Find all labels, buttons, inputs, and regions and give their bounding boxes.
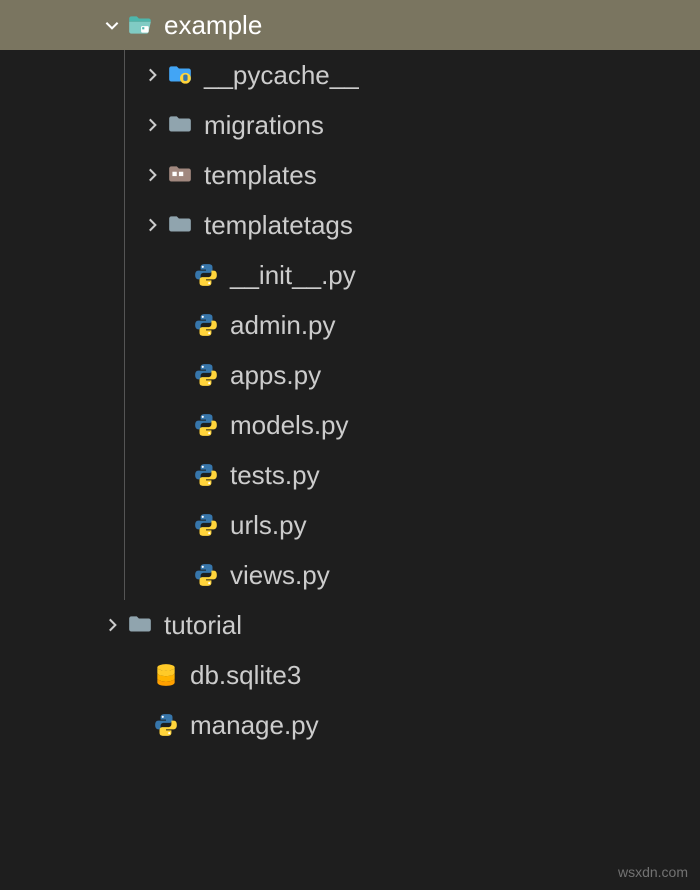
- file-label: apps.py: [230, 360, 321, 391]
- folder-icon: [166, 111, 194, 139]
- chevron-right-icon: [140, 63, 164, 87]
- python-icon: [192, 461, 220, 489]
- folder-pycache-icon: [166, 61, 194, 89]
- python-icon: [192, 311, 220, 339]
- python-icon: [192, 511, 220, 539]
- chevron-right-icon: [140, 113, 164, 137]
- folder-label: tutorial: [164, 610, 242, 641]
- python-icon: [192, 361, 220, 389]
- folder-label: migrations: [204, 110, 324, 141]
- folder-label: example: [164, 10, 262, 41]
- chevron-down-icon: [100, 13, 124, 37]
- tree-folder-templates[interactable]: templates: [0, 150, 700, 200]
- python-icon: [192, 261, 220, 289]
- tree-folder-tutorial[interactable]: tutorial: [0, 600, 700, 650]
- folder-label: templates: [204, 160, 317, 191]
- file-label: urls.py: [230, 510, 307, 541]
- python-icon: [192, 561, 220, 589]
- python-icon: [192, 411, 220, 439]
- watermark: wsxdn.com: [618, 864, 688, 880]
- tree-folder-migrations[interactable]: migrations: [0, 100, 700, 150]
- folder-templates-icon: [166, 161, 194, 189]
- tree-file-urls[interactable]: urls.py: [0, 500, 700, 550]
- tree-file-tests[interactable]: tests.py: [0, 450, 700, 500]
- file-tree: example __pycache__ migrations t: [0, 0, 700, 750]
- file-label: tests.py: [230, 460, 320, 491]
- folder-icon: [126, 611, 154, 639]
- tree-file-manage[interactable]: manage.py: [0, 700, 700, 750]
- tree-file-models[interactable]: models.py: [0, 400, 700, 450]
- tree-folder-pycache[interactable]: __pycache__: [0, 50, 700, 100]
- database-icon: [152, 661, 180, 689]
- tree-file-views[interactable]: views.py: [0, 550, 700, 600]
- tree-file-admin[interactable]: admin.py: [0, 300, 700, 350]
- file-label: models.py: [230, 410, 349, 441]
- tree-file-apps[interactable]: apps.py: [0, 350, 700, 400]
- file-label: db.sqlite3: [190, 660, 301, 691]
- file-label: views.py: [230, 560, 330, 591]
- python-icon: [152, 711, 180, 739]
- tree-folder-example[interactable]: example: [0, 0, 700, 50]
- file-label: __init__.py: [230, 260, 356, 291]
- chevron-right-icon: [100, 613, 124, 637]
- tree-file-dbsqlite[interactable]: db.sqlite3: [0, 650, 700, 700]
- tree-folder-templatetags[interactable]: templatetags: [0, 200, 700, 250]
- chevron-right-icon: [140, 163, 164, 187]
- folder-icon: [166, 211, 194, 239]
- chevron-right-icon: [140, 213, 164, 237]
- folder-label: __pycache__: [204, 60, 359, 91]
- file-label: admin.py: [230, 310, 336, 341]
- tree-file-init[interactable]: __init__.py: [0, 250, 700, 300]
- file-label: manage.py: [190, 710, 319, 741]
- folder-label: templatetags: [204, 210, 353, 241]
- folder-open-icon: [126, 11, 154, 39]
